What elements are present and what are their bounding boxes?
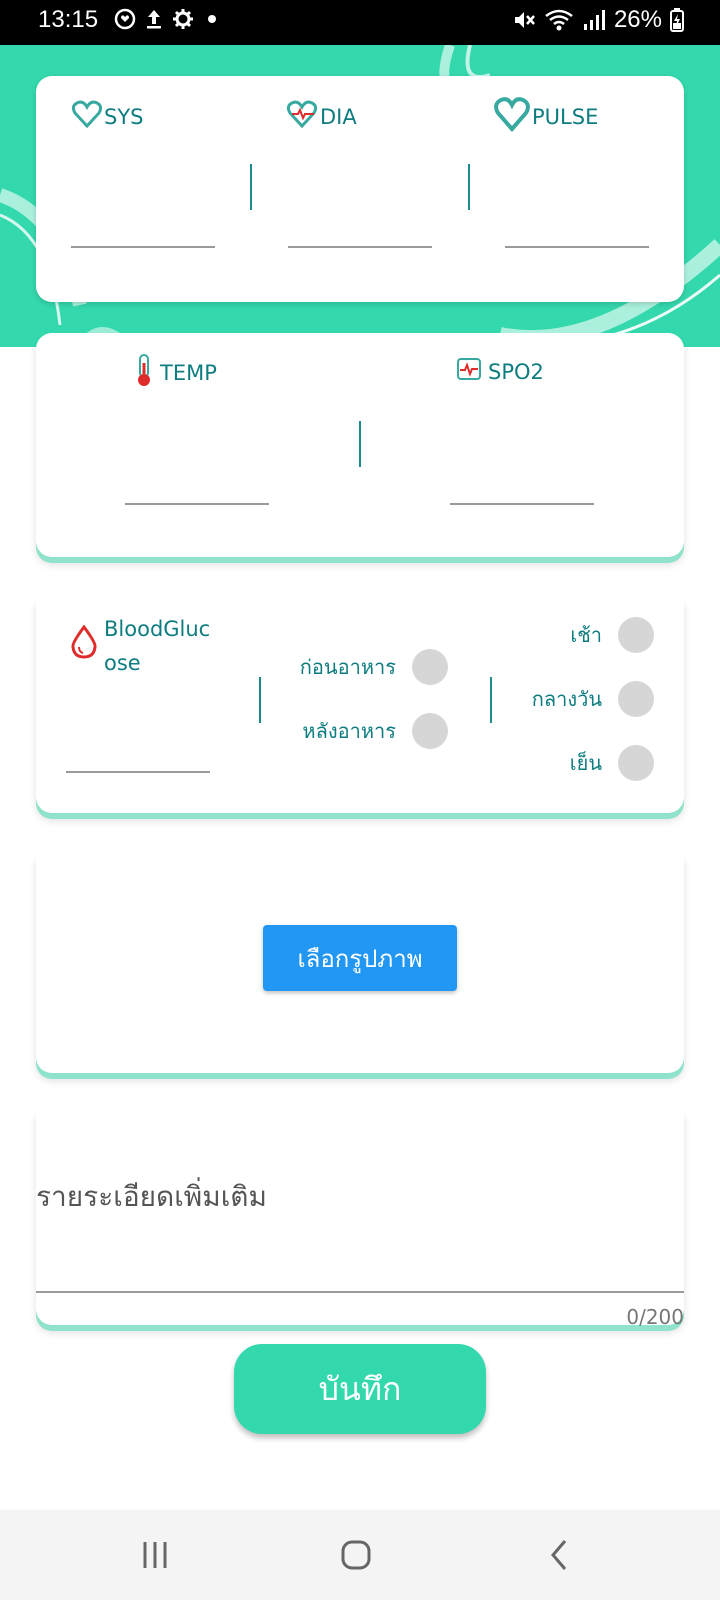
heart-shield-icon (114, 8, 136, 30)
blood-drop-icon (70, 624, 98, 663)
blood-pressure-card: SYS DIA PULSE (36, 76, 684, 302)
heart-icon (71, 100, 103, 133)
upload-icon (144, 8, 164, 30)
radio-button[interactable] (412, 713, 448, 749)
divider (259, 677, 261, 723)
divider (250, 164, 252, 210)
sys-input[interactable] (71, 246, 215, 248)
radio-label: เย็น (569, 751, 602, 775)
radio-label: ก่อนอาหาร (299, 655, 396, 679)
battery-icon (670, 8, 684, 32)
radio-button[interactable] (618, 681, 654, 717)
radio-button[interactable] (618, 745, 654, 781)
pulse-input[interactable] (505, 246, 649, 248)
status-time: 13:15 (38, 6, 99, 33)
radio-button[interactable] (412, 649, 448, 685)
sys-label-group: SYS (71, 100, 144, 133)
notes-underline (36, 1291, 684, 1293)
battery-text: 26% (613, 6, 662, 33)
temp-label-group: TEMP (134, 353, 217, 392)
radio-morning[interactable]: เช้า (570, 617, 654, 653)
radio-label: หลังอาหาร (302, 719, 396, 743)
temp-label: TEMP (160, 360, 217, 385)
radio-label: กลางวัน (531, 687, 602, 711)
divider (490, 677, 492, 723)
radio-midday[interactable]: กลางวัน (532, 681, 654, 717)
dia-label: DIA (320, 104, 357, 129)
divider (468, 164, 470, 210)
spo2-label: SPO2 (488, 359, 544, 384)
dot-icon (202, 8, 222, 30)
image-picker-card: เลือกรูปภาพ (36, 845, 684, 1073)
oximeter-icon (456, 357, 482, 386)
blood-glucose-card: BloodGluc ose ก่อนอาหาร หลังอาหาร เช้า ก… (36, 589, 684, 813)
sys-label: SYS (104, 104, 144, 129)
radio-evening[interactable]: เย็น (570, 745, 654, 781)
notes-input[interactable]: รายระเอียดเพิ่มเติม (36, 1175, 267, 1219)
spo2-input[interactable] (450, 503, 594, 505)
save-button[interactable]: บันทึก (234, 1344, 486, 1434)
thermometer-icon (134, 353, 154, 392)
pick-image-button[interactable]: เลือกรูปภาพ (263, 925, 457, 991)
home-icon[interactable] (331, 1532, 381, 1578)
radio-button[interactable] (618, 617, 654, 653)
glucose-label: BloodGluc ose (104, 617, 211, 675)
pulse-label-group: PULSE (494, 96, 598, 137)
wifi-icon (544, 8, 574, 32)
glucose-input[interactable] (66, 771, 210, 773)
signal-icon (582, 8, 606, 32)
navigation-bar (0, 1510, 720, 1600)
heart-pulse-icon (286, 100, 318, 133)
spo2-label-group: SPO2 (456, 357, 544, 386)
temp-input[interactable] (125, 503, 269, 505)
heart-filled-icon (494, 96, 530, 137)
recent-apps-icon[interactable] (130, 1532, 180, 1578)
character-counter: 0/200 (626, 1305, 684, 1329)
temperature-spo2-card: TEMP SPO2 (36, 333, 684, 557)
radio-after-meal[interactable]: หลังอาหาร (302, 713, 448, 749)
gear-icon (172, 8, 194, 30)
divider (359, 421, 361, 467)
pulse-label: PULSE (532, 104, 599, 129)
status-bar: 13:15 26% (0, 0, 720, 45)
notes-card: รายระเอียดเพิ่มเติม 0/200 (36, 1101, 684, 1329)
dia-label-group: DIA (286, 100, 357, 133)
back-icon[interactable] (534, 1532, 584, 1578)
dia-input[interactable] (288, 246, 432, 248)
radio-label: เช้า (570, 623, 602, 647)
radio-before-meal[interactable]: ก่อนอาหาร (300, 649, 448, 685)
mute-icon (512, 8, 536, 32)
